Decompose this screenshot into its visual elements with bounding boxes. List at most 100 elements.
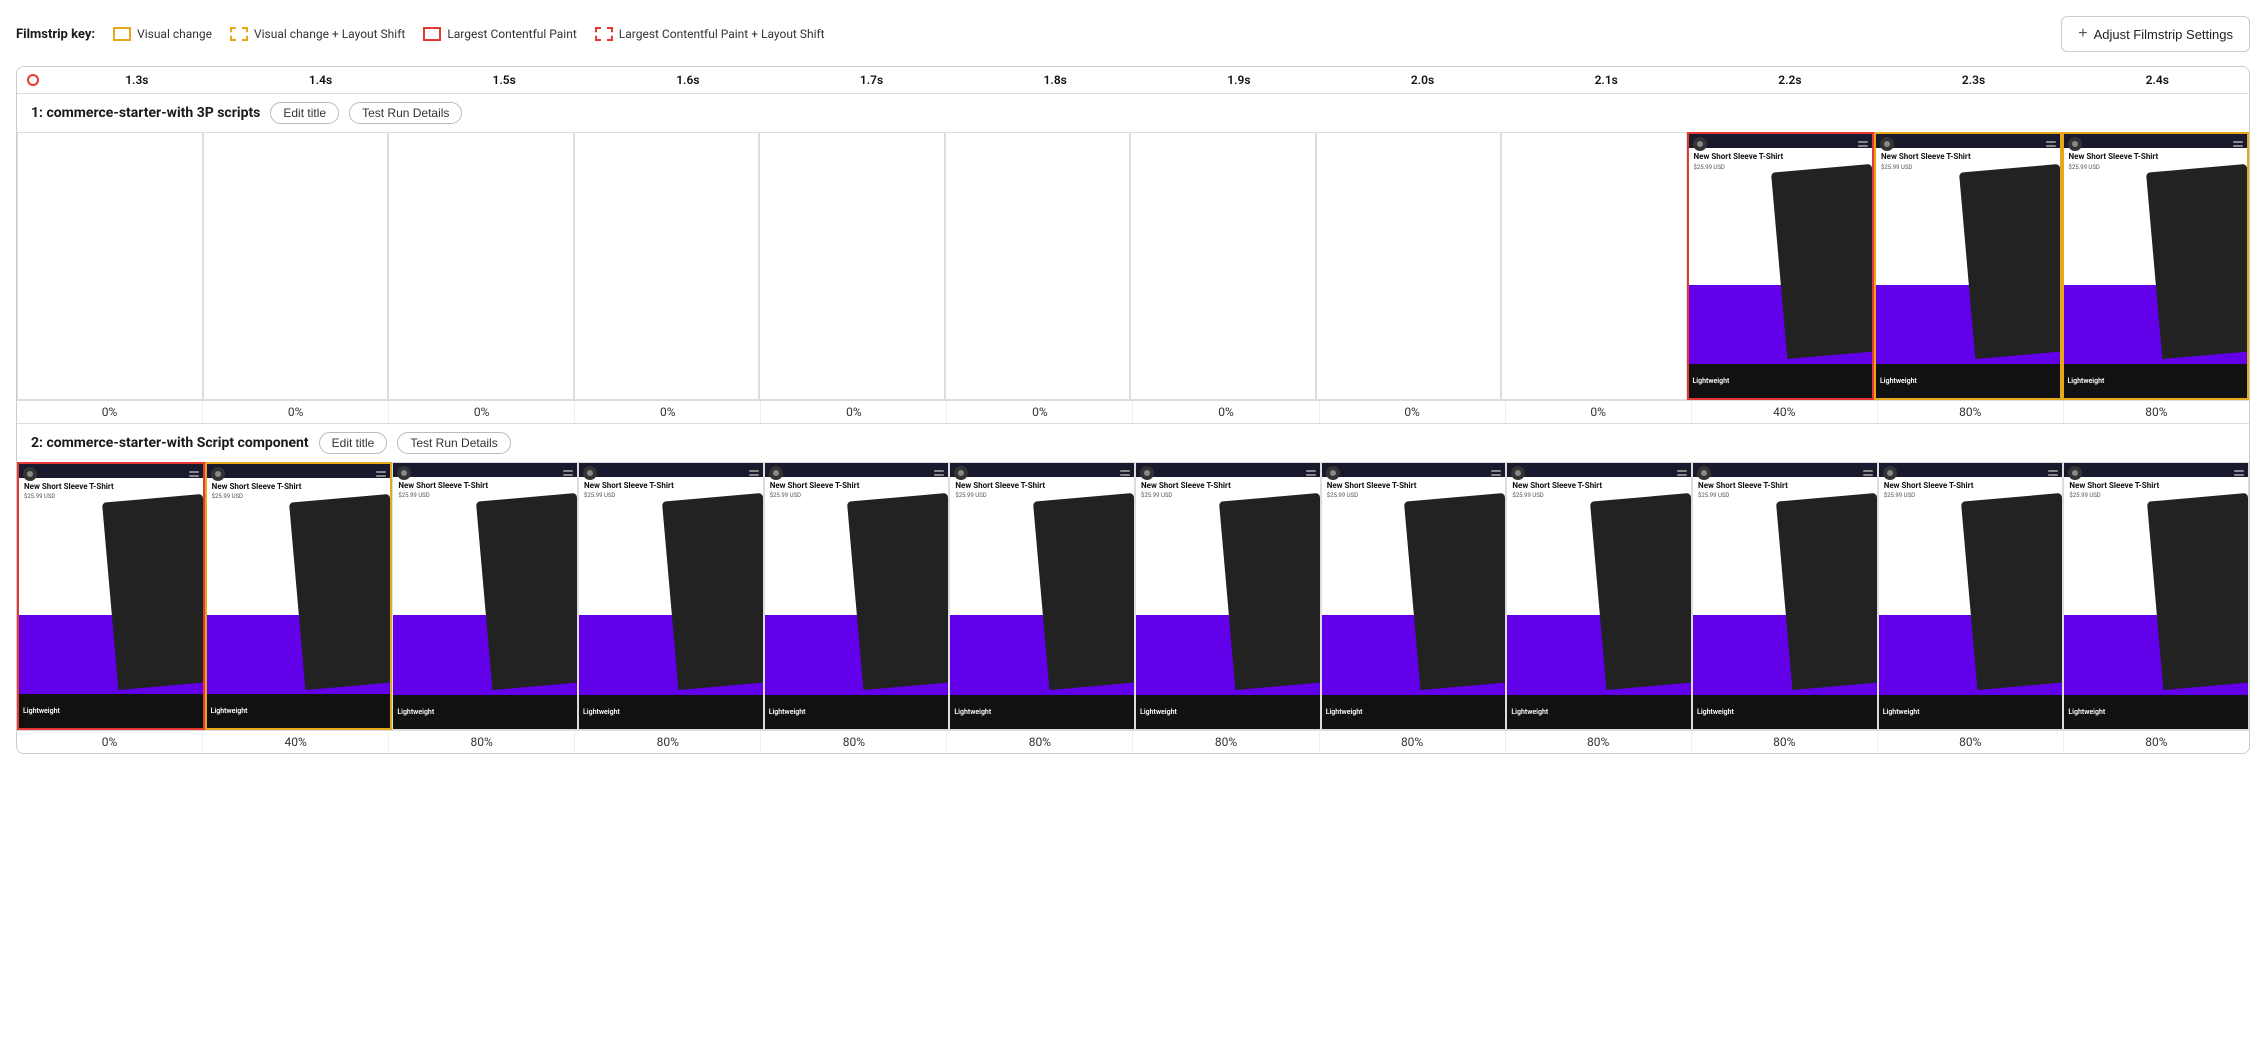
product-label: Lightweight: [1511, 708, 1548, 716]
frame-top-icons: [1136, 463, 1320, 483]
icon-line-2: [934, 474, 944, 476]
frame-f2-12[interactable]: New Short Sleeve T-Shirt $25.99 USD Ligh…: [2063, 462, 2249, 730]
frame-content: New Short Sleeve T-Shirt $25.99 USD Ligh…: [1322, 463, 1506, 729]
product-label: Lightweight: [397, 708, 434, 716]
product-label: Lightweight: [769, 708, 806, 716]
timeline-tick-5: 1.8s: [963, 73, 1147, 87]
frame-f2-2[interactable]: New Short Sleeve T-Shirt $25.99 USD Ligh…: [205, 462, 393, 730]
frame-content: New Short Sleeve T-Shirt $25.99 USD Ligh…: [1689, 134, 1873, 398]
section-1-header: 1: commerce-starter-with 3P scripts Edit…: [17, 94, 2249, 132]
section-1-edit-title-button[interactable]: Edit title: [270, 102, 339, 124]
frame-f1-2[interactable]: [203, 132, 389, 400]
icon-lines: [376, 467, 386, 481]
frame-f2-8[interactable]: New Short Sleeve T-Shirt $25.99 USD Ligh…: [1321, 462, 1507, 730]
adjust-filmstrip-button[interactable]: + Adjust Filmstrip Settings: [2061, 16, 2250, 52]
frame-f1-7[interactable]: [1130, 132, 1316, 400]
frame-f1-11[interactable]: New Short Sleeve T-Shirt $25.99 USD Ligh…: [1874, 132, 2062, 400]
timeline-header: 1.3s1.4s1.5s1.6s1.7s1.8s1.9s2.0s2.1s2.2s…: [17, 67, 2249, 94]
section-2-edit-title-button[interactable]: Edit title: [319, 432, 388, 454]
frame-f2-7[interactable]: New Short Sleeve T-Shirt $25.99 USD Ligh…: [1135, 462, 1321, 730]
tshirt-image: [847, 493, 948, 690]
frame-product: New Short Sleeve T-Shirt $25.99 USD Ligh…: [1136, 477, 1320, 729]
icon-lines: [1677, 466, 1687, 480]
product-black-block: Lightweight: [393, 695, 577, 729]
section-1-test-run-button[interactable]: Test Run Details: [349, 102, 462, 124]
frame-f1-8[interactable]: [1316, 132, 1502, 400]
icon-line-2: [1858, 145, 1868, 147]
frame-top-icons: [765, 463, 949, 483]
frame-f2-9[interactable]: New Short Sleeve T-Shirt $25.99 USD Ligh…: [1506, 462, 1692, 730]
frame-f1-9[interactable]: [1501, 132, 1687, 400]
frame-f1-4[interactable]: [574, 132, 760, 400]
tshirt-image: [2147, 493, 2248, 690]
tshirt-image: [1776, 493, 1877, 690]
score-cell-2-9: 80%: [1692, 731, 1878, 753]
frame-product: New Short Sleeve T-Shirt $25.99 USD Ligh…: [393, 477, 577, 729]
section-1-filmstrip: New Short Sleeve T-Shirt $25.99 USD Ligh…: [17, 132, 2249, 400]
product-black-block: Lightweight: [2064, 364, 2248, 398]
icon-line-1: [563, 470, 573, 472]
frame-content: New Short Sleeve T-Shirt $25.99 USD Ligh…: [19, 464, 203, 728]
product-black-block: Lightweight: [1689, 364, 1873, 398]
key-label-lcp: Largest Contentful Paint: [447, 27, 576, 41]
frame-f2-10[interactable]: New Short Sleeve T-Shirt $25.99 USD Ligh…: [1692, 462, 1878, 730]
frame-product: New Short Sleeve T-Shirt $25.99 USD Ligh…: [1507, 477, 1691, 729]
frame-top-icons: [2064, 463, 2248, 483]
timeline-tick-7: 2.0s: [1331, 73, 1515, 87]
product-black-block: Lightweight: [1136, 695, 1320, 729]
icon-circle: [1693, 137, 1707, 151]
icon-line-2: [1677, 474, 1687, 476]
icon-line-2: [1491, 474, 1501, 476]
icon-circle: [1883, 466, 1897, 480]
frame-product: New Short Sleeve T-Shirt $25.99 USD Ligh…: [2064, 477, 2248, 729]
score-cell-1-10: 80%: [1878, 401, 2064, 423]
icon-circle: [2068, 137, 2082, 151]
frame-content: New Short Sleeve T-Shirt $25.99 USD Ligh…: [765, 463, 949, 729]
icon-circle: [1511, 466, 1525, 480]
timeline-tick-11: 2.4s: [2065, 73, 2249, 87]
product-label: Lightweight: [1697, 708, 1734, 716]
frame-top-icons: [1507, 463, 1691, 483]
frame-product: New Short Sleeve T-Shirt $25.99 USD Ligh…: [950, 477, 1134, 729]
frame-f1-3[interactable]: [388, 132, 574, 400]
frame-top-icons: [1689, 134, 1873, 154]
timeline-tick-1: 1.4s: [229, 73, 413, 87]
frame-f2-1[interactable]: New Short Sleeve T-Shirt $25.99 USD Ligh…: [17, 462, 205, 730]
frame-top-icons: [579, 463, 763, 483]
icon-line-2: [2048, 474, 2058, 476]
product-black-block: Lightweight: [2064, 695, 2248, 729]
section-2-filmstrip: New Short Sleeve T-Shirt $25.99 USD Ligh…: [17, 462, 2249, 730]
frame-f1-10[interactable]: New Short Sleeve T-Shirt $25.99 USD Ligh…: [1687, 132, 1875, 400]
section-2-test-run-button[interactable]: Test Run Details: [397, 432, 510, 454]
frame-f2-4[interactable]: New Short Sleeve T-Shirt $25.99 USD Ligh…: [578, 462, 764, 730]
icon-line-2: [1306, 474, 1316, 476]
icon-lines: [1863, 466, 1873, 480]
key-item-visual-change: Visual change: [113, 27, 212, 41]
frame-top-icons: [1879, 463, 2063, 483]
icon-line-1: [749, 470, 759, 472]
tshirt-image: [2146, 164, 2247, 359]
frame-f1-1[interactable]: [17, 132, 203, 400]
frame-top-icons: [393, 463, 577, 483]
tshirt-image: [1219, 493, 1320, 690]
section-1-title: 1: commerce-starter-with 3P scripts: [31, 105, 260, 121]
frame-f1-5[interactable]: [759, 132, 945, 400]
product-black-block: Lightweight: [1507, 695, 1691, 729]
icon-line-2: [563, 474, 573, 476]
frame-content: New Short Sleeve T-Shirt $25.99 USD Ligh…: [1136, 463, 1320, 729]
frame-f2-3[interactable]: New Short Sleeve T-Shirt $25.99 USD Ligh…: [392, 462, 578, 730]
frame-f2-6[interactable]: New Short Sleeve T-Shirt $25.99 USD Ligh…: [949, 462, 1135, 730]
frame-content: New Short Sleeve T-Shirt $25.99 USD Ligh…: [2064, 134, 2248, 398]
score-cell-2-6: 80%: [1133, 731, 1319, 753]
frame-f1-12[interactable]: New Short Sleeve T-Shirt $25.99 USD Ligh…: [2062, 132, 2250, 400]
frame-f2-5[interactable]: New Short Sleeve T-Shirt $25.99 USD Ligh…: [764, 462, 950, 730]
key-label-visual-change-shift: Visual change + Layout Shift: [254, 27, 405, 41]
timeline-dot: [27, 74, 39, 86]
product-label: Lightweight: [211, 707, 248, 715]
frame-f2-11[interactable]: New Short Sleeve T-Shirt $25.99 USD Ligh…: [1878, 462, 2064, 730]
frame-content: New Short Sleeve T-Shirt $25.99 USD Ligh…: [393, 463, 577, 729]
frame-product: New Short Sleeve T-Shirt $25.99 USD Ligh…: [19, 478, 203, 728]
icon-circle: [769, 466, 783, 480]
frame-f1-6[interactable]: [945, 132, 1131, 400]
icon-line-1: [376, 471, 386, 473]
